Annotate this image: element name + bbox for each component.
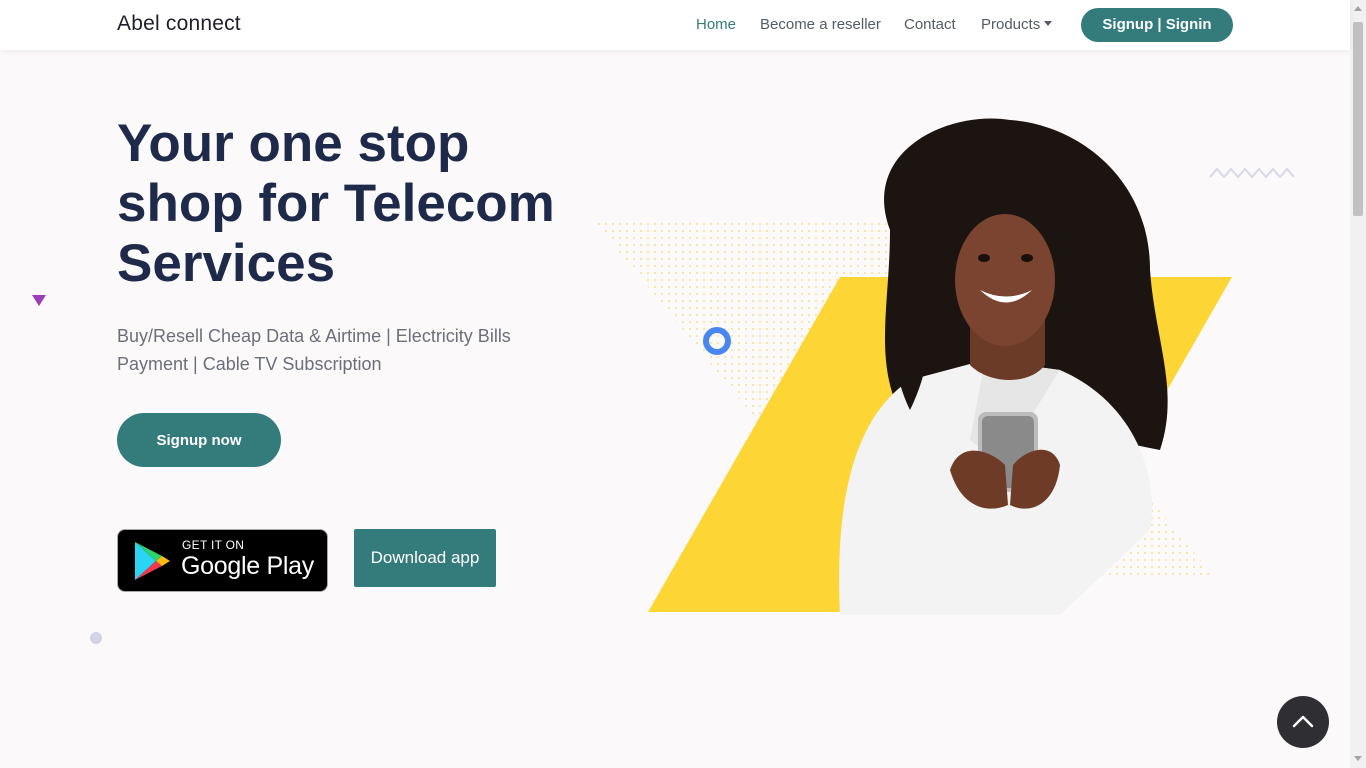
caret-down-icon — [1044, 20, 1053, 26]
nav-link-products-label: Products — [981, 16, 1041, 33]
hero-title-line-3: Services — [117, 234, 336, 293]
google-play-icon — [135, 542, 170, 580]
triangle-decoration-icon — [32, 295, 46, 306]
navbar: Abel connect Home Become a reseller Cont… — [0, 0, 1350, 50]
brand-logo-text[interactable]: Abel connect — [117, 12, 241, 36]
scrollbar-thumb[interactable] — [1353, 22, 1363, 216]
nav-link-products[interactable]: Products — [981, 16, 1053, 33]
download-app-button[interactable]: Download app — [354, 529, 496, 587]
google-play-big-text: Google Play — [181, 552, 314, 580]
hero-title: Your one stop shop for Telecom Services — [117, 114, 597, 294]
hero-person-image — [592, 118, 1232, 615]
nav-link-home[interactable]: Home — [696, 16, 736, 33]
dot-decoration-icon — [90, 632, 102, 644]
nav-link-become-reseller[interactable]: Become a reseller — [760, 16, 881, 33]
chevron-up-icon — [1292, 715, 1314, 728]
hero-title-line-2: shop for Telecom — [117, 174, 555, 233]
page-scrollbar[interactable] — [1350, 0, 1366, 768]
signup-now-button[interactable]: Signup now — [117, 413, 281, 467]
google-play-badge[interactable]: GET IT ON Google Play — [117, 529, 328, 592]
scroll-down-arrow-icon[interactable] — [1354, 756, 1362, 761]
nav-link-contact[interactable]: Contact — [904, 16, 956, 33]
hero-subtitle: Buy/Resell Cheap Data & Airtime | Electr… — [117, 326, 511, 374]
hero-title-line-1: Your one stop — [117, 114, 470, 173]
scroll-up-arrow-icon[interactable] — [1354, 6, 1362, 11]
google-play-small-text: GET IT ON — [182, 538, 245, 552]
signup-signin-button[interactable]: Signup | Signin — [1081, 8, 1233, 42]
scroll-to-top-button[interactable] — [1277, 696, 1329, 748]
